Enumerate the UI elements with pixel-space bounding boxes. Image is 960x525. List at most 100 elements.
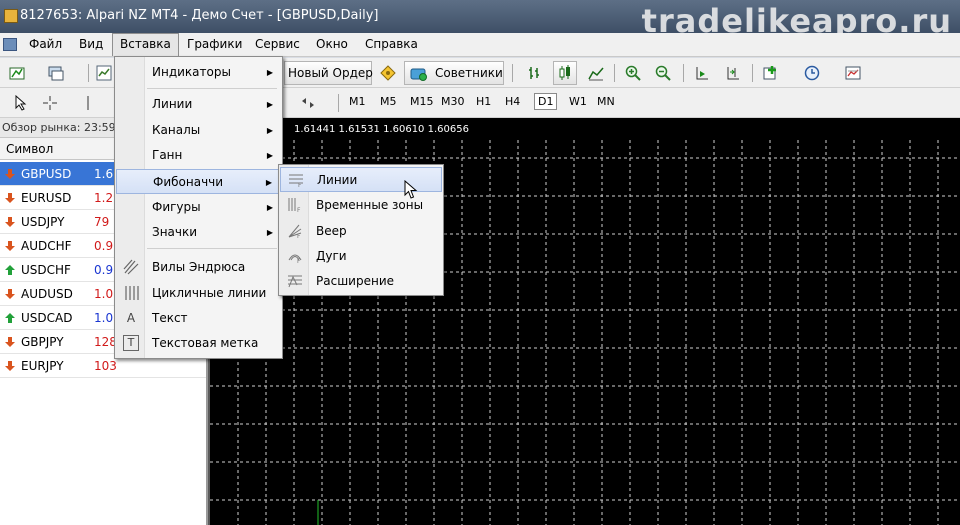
menu-view[interactable]: Вид	[72, 33, 110, 56]
toolbar-separator	[88, 64, 89, 82]
mt4-window: 8127653: Alpari NZ MT4 - Демо Счет - [GB…	[0, 0, 960, 525]
periods-clock-icon[interactable]	[804, 65, 820, 81]
arrows-icon[interactable]	[300, 95, 316, 111]
menu-item-channels[interactable]: Каналы ▶	[116, 118, 281, 143]
price-up-icon	[5, 313, 15, 323]
autoscroll-icon[interactable]	[694, 65, 710, 81]
insert-menu: Индикаторы ▶ Линии ▶ Каналы ▶ Ганн ▶ Фиб…	[114, 56, 283, 359]
submenu-arrow-icon: ▶	[266, 100, 273, 109]
svg-text:F: F	[297, 258, 301, 264]
advisors-label: Советники	[435, 66, 503, 80]
vertical-line-icon[interactable]	[80, 95, 96, 111]
mouse-pointer-icon	[404, 180, 418, 199]
menu-item-label: Дуги	[316, 249, 347, 263]
menu-item-label: Веер	[316, 224, 347, 238]
menu-item-fibonacci[interactable]: Фибоначчи ▶	[116, 169, 281, 194]
menu-bar: Файл Вид Вставка Графики Сервис Окно Спр…	[0, 33, 960, 57]
menu-file[interactable]: Файл	[22, 33, 69, 56]
menu-item-shapes[interactable]: Фигуры ▶	[116, 195, 281, 220]
menu-help[interactable]: Справка	[358, 33, 425, 56]
cycle-lines-icon	[125, 286, 139, 300]
menu-separator	[147, 248, 277, 249]
cursor-icon[interactable]	[13, 95, 29, 111]
document-icon[interactable]	[3, 38, 17, 51]
crosshair-icon[interactable]	[42, 95, 58, 111]
menu-charts[interactable]: Графики	[180, 33, 249, 56]
price-down-icon	[5, 169, 15, 179]
menu-item-label: Текст	[152, 311, 188, 325]
svg-text:F: F	[297, 233, 301, 239]
symbol-name: USDCAD	[21, 311, 73, 325]
menu-item-lines[interactable]: Линии ▶	[116, 92, 281, 117]
expert-advisors-button[interactable]: Советники	[404, 61, 504, 85]
symbol-name: USDCHF	[21, 263, 71, 277]
market-watch-icon[interactable]	[96, 65, 112, 81]
menu-item-arrows[interactable]: Значки ▶	[116, 220, 281, 245]
symbol-name: GBPUSD	[21, 167, 72, 181]
zoom-out-icon[interactable]	[655, 65, 671, 81]
timeframe-h1[interactable]: H1	[476, 95, 491, 108]
price-down-icon	[5, 217, 15, 227]
timeframe-w1[interactable]: W1	[569, 95, 587, 108]
menu-item-fibo-fan[interactable]: F Веер	[280, 219, 442, 244]
advisors-icon	[410, 68, 427, 81]
submenu-arrow-icon: ▶	[266, 151, 273, 160]
symbol-name: AUDUSD	[21, 287, 73, 301]
timeframe-m5[interactable]: M5	[380, 95, 397, 108]
price-down-icon	[5, 289, 15, 299]
templates-icon[interactable]	[845, 65, 861, 81]
menu-item-cycle-lines[interactable]: Цикличные линии	[116, 281, 281, 306]
chart-shift-icon[interactable]	[725, 65, 741, 81]
bid-price: 79	[94, 215, 110, 229]
timeframe-d1[interactable]: D1	[534, 93, 558, 110]
menu-item-label: Текстовая метка	[152, 336, 259, 350]
svg-text:F: F	[298, 182, 302, 188]
chart-price-info: 1.61441 1.61531 1.60610 1.60656	[294, 124, 469, 135]
toolbar-separator	[338, 94, 339, 112]
bid-price: 1.0	[94, 311, 114, 325]
submenu-arrow-icon: ▶	[266, 228, 273, 237]
timeframe-mn[interactable]: MN	[597, 95, 615, 108]
profiles-icon[interactable]	[48, 65, 64, 81]
menu-item-gann[interactable]: Ганн ▶	[116, 143, 281, 168]
menu-item-label: Вилы Эндрюса	[152, 260, 246, 274]
bar-chart-icon[interactable]	[527, 65, 543, 81]
timeframe-h4[interactable]: H4	[505, 95, 520, 108]
menu-item-label: Ганн	[152, 148, 183, 162]
bid-price: 1.6	[94, 167, 114, 181]
candlestick-icon	[559, 65, 570, 80]
bid-price: 0.9	[94, 239, 114, 253]
indicators-icon[interactable]	[763, 65, 779, 81]
candlestick-button[interactable]	[553, 61, 577, 85]
symbol-name: EURJPY	[21, 359, 64, 373]
menu-item-text-label[interactable]: T Текстовая метка	[116, 331, 281, 356]
menu-window[interactable]: Окно	[309, 33, 355, 56]
bid-price: 1.0	[94, 287, 114, 301]
timeframe-m30[interactable]: M30	[441, 95, 465, 108]
text-icon: A	[126, 311, 136, 325]
menu-item-indicators[interactable]: Индикаторы ▶	[116, 60, 281, 85]
expert-advisor-icon[interactable]	[380, 65, 396, 81]
price-down-icon	[5, 193, 15, 203]
menu-item-andrews-pitchfork[interactable]: Вилы Эндрюса	[116, 255, 281, 280]
menu-item-label: Фибоначчи	[153, 175, 224, 189]
price-down-icon	[5, 241, 15, 251]
menu-insert[interactable]: Вставка	[112, 33, 179, 56]
submenu-arrow-icon: ▶	[265, 178, 272, 187]
timeframe-m15[interactable]: M15	[410, 95, 434, 108]
zoom-in-icon[interactable]	[625, 65, 641, 81]
new-order-button[interactable]: Новый Ордер	[284, 61, 373, 85]
menu-item-text[interactable]: A Текст	[116, 306, 281, 331]
menu-item-fibo-arcs[interactable]: F Дуги	[280, 244, 442, 269]
menu-item-fibo-expansion[interactable]: Расширение	[280, 269, 442, 294]
fibo-time-zones-icon: F	[288, 198, 301, 213]
menu-tools[interactable]: Сервис	[248, 33, 307, 56]
line-chart-icon[interactable]	[588, 65, 604, 81]
menu-item-label: Линии	[152, 97, 193, 111]
timeframe-m1[interactable]: M1	[349, 95, 366, 108]
menu-item-label: Фигуры	[152, 200, 201, 214]
submenu-arrow-icon: ▶	[266, 203, 273, 212]
window-title: 8127653: Alpari NZ MT4 - Демо Счет - [GB…	[20, 8, 379, 23]
new-chart-icon[interactable]	[9, 65, 25, 81]
fibo-expansion-icon	[288, 275, 302, 288]
